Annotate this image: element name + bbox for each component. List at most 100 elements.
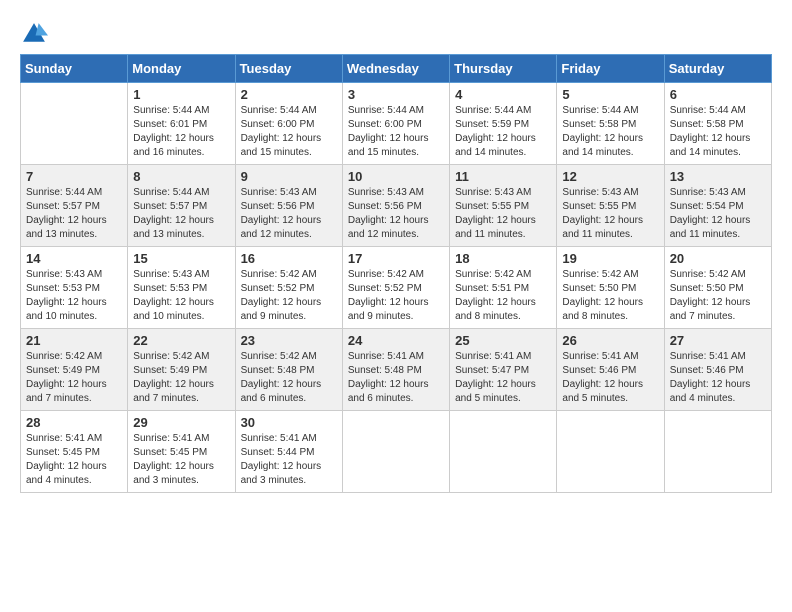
day-number: 19 — [562, 251, 658, 266]
calendar-cell — [21, 83, 128, 165]
cell-info: Sunrise: 5:44 AM Sunset: 6:01 PM Dayligh… — [133, 104, 229, 160]
cell-info: Sunrise: 5:41 AM Sunset: 5:45 PM Dayligh… — [133, 432, 229, 488]
cell-info: Sunrise: 5:44 AM Sunset: 5:57 PM Dayligh… — [133, 186, 229, 242]
cell-info: Sunrise: 5:42 AM Sunset: 5:52 PM Dayligh… — [348, 268, 444, 324]
calendar-cell: 24 Sunrise: 5:41 AM Sunset: 5:48 PM Dayli… — [342, 329, 449, 411]
cell-info: Sunrise: 5:41 AM Sunset: 5:46 PM Dayligh… — [670, 350, 766, 406]
day-number: 18 — [455, 251, 551, 266]
cell-info: Sunrise: 5:44 AM Sunset: 6:00 PM Dayligh… — [241, 104, 337, 160]
calendar-cell: 1 Sunrise: 5:44 AM Sunset: 6:01 PM Daylig… — [128, 83, 235, 165]
calendar-cell: 23 Sunrise: 5:42 AM Sunset: 5:48 PM Dayli… — [235, 329, 342, 411]
header-wednesday: Wednesday — [342, 55, 449, 83]
cell-info: Sunrise: 5:41 AM Sunset: 5:46 PM Dayligh… — [562, 350, 658, 406]
day-number: 16 — [241, 251, 337, 266]
cell-info: Sunrise: 5:43 AM Sunset: 5:53 PM Dayligh… — [26, 268, 122, 324]
cell-info: Sunrise: 5:44 AM Sunset: 5:59 PM Dayligh… — [455, 104, 551, 160]
day-number: 20 — [670, 251, 766, 266]
calendar-cell: 28 Sunrise: 5:41 AM Sunset: 5:45 PM Dayli… — [21, 411, 128, 493]
cell-info: Sunrise: 5:42 AM Sunset: 5:49 PM Dayligh… — [26, 350, 122, 406]
day-number: 14 — [26, 251, 122, 266]
cell-info: Sunrise: 5:42 AM Sunset: 5:50 PM Dayligh… — [670, 268, 766, 324]
day-number: 29 — [133, 415, 229, 430]
calendar-cell: 5 Sunrise: 5:44 AM Sunset: 5:58 PM Daylig… — [557, 83, 664, 165]
calendar-cell: 30 Sunrise: 5:41 AM Sunset: 5:44 PM Dayli… — [235, 411, 342, 493]
header-sunday: Sunday — [21, 55, 128, 83]
day-number: 9 — [241, 169, 337, 184]
day-number: 23 — [241, 333, 337, 348]
calendar-cell: 26 Sunrise: 5:41 AM Sunset: 5:46 PM Dayli… — [557, 329, 664, 411]
calendar-cell: 21 Sunrise: 5:42 AM Sunset: 5:49 PM Dayli… — [21, 329, 128, 411]
calendar-week-1: 1 Sunrise: 5:44 AM Sunset: 6:01 PM Daylig… — [21, 83, 772, 165]
calendar-cell: 10 Sunrise: 5:43 AM Sunset: 5:56 PM Dayli… — [342, 165, 449, 247]
day-number: 30 — [241, 415, 337, 430]
day-number: 8 — [133, 169, 229, 184]
calendar-cell — [664, 411, 771, 493]
cell-info: Sunrise: 5:44 AM Sunset: 5:58 PM Dayligh… — [562, 104, 658, 160]
calendar-cell: 7 Sunrise: 5:44 AM Sunset: 5:57 PM Daylig… — [21, 165, 128, 247]
cell-info: Sunrise: 5:44 AM Sunset: 6:00 PM Dayligh… — [348, 104, 444, 160]
day-number: 1 — [133, 87, 229, 102]
cell-info: Sunrise: 5:42 AM Sunset: 5:52 PM Dayligh… — [241, 268, 337, 324]
calendar-cell: 13Sunrise: 5:43 AM Sunset: 5:54 PM Dayli… — [664, 165, 771, 247]
header-friday: Friday — [557, 55, 664, 83]
day-number: 15 — [133, 251, 229, 266]
logo — [20, 20, 52, 48]
day-number: 12 — [562, 169, 658, 184]
day-number: 10 — [348, 169, 444, 184]
calendar-week-3: 14 Sunrise: 5:43 AM Sunset: 5:53 PM Dayli… — [21, 247, 772, 329]
day-number: 26 — [562, 333, 658, 348]
calendar-header-row: SundayMondayTuesdayWednesdayThursdayFrid… — [21, 55, 772, 83]
calendar-cell: 12Sunrise: 5:43 AM Sunset: 5:55 PM Dayli… — [557, 165, 664, 247]
calendar-cell: 4 Sunrise: 5:44 AM Sunset: 5:59 PM Daylig… — [450, 83, 557, 165]
cell-info: Sunrise: 5:42 AM Sunset: 5:48 PM Dayligh… — [241, 350, 337, 406]
day-number: 17 — [348, 251, 444, 266]
calendar-week-2: 7 Sunrise: 5:44 AM Sunset: 5:57 PM Daylig… — [21, 165, 772, 247]
calendar-cell: 15 Sunrise: 5:43 AM Sunset: 5:53 PM Dayli… — [128, 247, 235, 329]
calendar-cell: 14 Sunrise: 5:43 AM Sunset: 5:53 PM Dayli… — [21, 247, 128, 329]
calendar-cell: 16 Sunrise: 5:42 AM Sunset: 5:52 PM Dayli… — [235, 247, 342, 329]
calendar-cell: 19 Sunrise: 5:42 AM Sunset: 5:50 PM Dayli… — [557, 247, 664, 329]
calendar-cell: 27 Sunrise: 5:41 AM Sunset: 5:46 PM Dayli… — [664, 329, 771, 411]
day-number: 2 — [241, 87, 337, 102]
cell-info: Sunrise: 5:43 AM Sunset: 5:56 PM Dayligh… — [241, 186, 337, 242]
cell-info: Sunrise: 5:41 AM Sunset: 5:48 PM Dayligh… — [348, 350, 444, 406]
calendar-cell: 8 Sunrise: 5:44 AM Sunset: 5:57 PM Daylig… — [128, 165, 235, 247]
calendar-cell: 6Sunrise: 5:44 AM Sunset: 5:58 PM Daylig… — [664, 83, 771, 165]
calendar-cell: 25Sunrise: 5:41 AM Sunset: 5:47 PM Dayli… — [450, 329, 557, 411]
day-number: 6 — [670, 87, 766, 102]
day-number: 3 — [348, 87, 444, 102]
day-number: 24 — [348, 333, 444, 348]
cell-info: Sunrise: 5:42 AM Sunset: 5:50 PM Dayligh… — [562, 268, 658, 324]
day-number: 4 — [455, 87, 551, 102]
cell-info: Sunrise: 5:41 AM Sunset: 5:44 PM Dayligh… — [241, 432, 337, 488]
calendar-cell: 17 Sunrise: 5:42 AM Sunset: 5:52 PM Dayli… — [342, 247, 449, 329]
day-number: 11 — [455, 169, 551, 184]
cell-info: Sunrise: 5:42 AM Sunset: 5:49 PM Dayligh… — [133, 350, 229, 406]
day-number: 28 — [26, 415, 122, 430]
cell-info: Sunrise: 5:41 AM Sunset: 5:47 PM Dayligh… — [455, 350, 551, 406]
calendar-cell: 2 Sunrise: 5:44 AM Sunset: 6:00 PM Daylig… — [235, 83, 342, 165]
header-tuesday: Tuesday — [235, 55, 342, 83]
cell-info: Sunrise: 5:43 AM Sunset: 5:54 PM Dayligh… — [670, 186, 766, 242]
calendar-cell — [342, 411, 449, 493]
calendar-cell — [557, 411, 664, 493]
calendar-cell: 18 Sunrise: 5:42 AM Sunset: 5:51 PM Dayli… — [450, 247, 557, 329]
day-number: 5 — [562, 87, 658, 102]
day-number: 22 — [133, 333, 229, 348]
calendar-week-4: 21 Sunrise: 5:42 AM Sunset: 5:49 PM Dayli… — [21, 329, 772, 411]
calendar-week-5: 28 Sunrise: 5:41 AM Sunset: 5:45 PM Dayli… — [21, 411, 772, 493]
cell-info: Sunrise: 5:44 AM Sunset: 5:57 PM Dayligh… — [26, 186, 122, 242]
header-saturday: Saturday — [664, 55, 771, 83]
cell-info: Sunrise: 5:41 AM Sunset: 5:45 PM Dayligh… — [26, 432, 122, 488]
day-number: 7 — [26, 169, 122, 184]
cell-info: Sunrise: 5:43 AM Sunset: 5:53 PM Dayligh… — [133, 268, 229, 324]
cell-info: Sunrise: 5:43 AM Sunset: 5:55 PM Dayligh… — [455, 186, 551, 242]
header-monday: Monday — [128, 55, 235, 83]
cell-info: Sunrise: 5:42 AM Sunset: 5:51 PM Dayligh… — [455, 268, 551, 324]
calendar-cell: 22 Sunrise: 5:42 AM Sunset: 5:49 PM Dayli… — [128, 329, 235, 411]
day-number: 21 — [26, 333, 122, 348]
day-number: 27 — [670, 333, 766, 348]
calendar-cell — [450, 411, 557, 493]
cell-info: Sunrise: 5:43 AM Sunset: 5:56 PM Dayligh… — [348, 186, 444, 242]
header-thursday: Thursday — [450, 55, 557, 83]
